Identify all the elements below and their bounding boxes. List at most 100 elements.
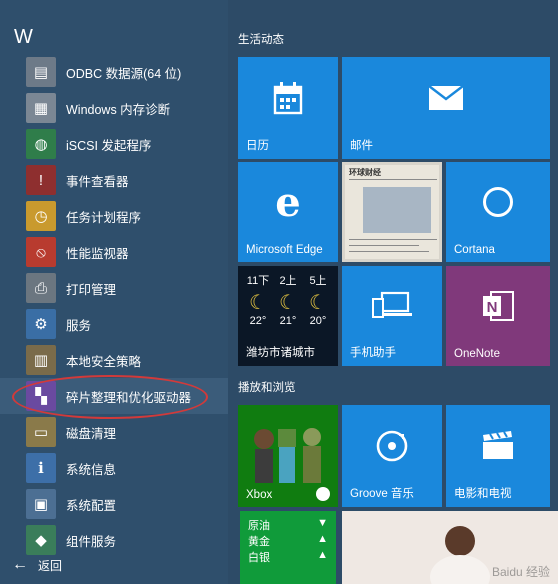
svg-text:N: N: [487, 299, 498, 316]
security-policy-icon: ▥: [26, 345, 56, 375]
tile-groove[interactable]: Groove 音乐: [342, 405, 442, 507]
memory-icon: ▦: [26, 93, 56, 123]
tile-label: 潍坊市诸城市: [246, 347, 315, 359]
app-label: 性能监视器: [66, 246, 129, 261]
tile-label: Groove 音乐: [350, 488, 414, 500]
back-label: 返回: [38, 558, 63, 573]
app-item[interactable]: ▭ 磁盘清理: [0, 414, 228, 450]
moon-icon: ☾: [249, 292, 267, 314]
app-label: 本地安全策略: [66, 354, 142, 369]
tile-label: 电影和电视: [454, 488, 512, 500]
system-info-icon: ℹ: [26, 453, 56, 483]
highlight-annotation: [12, 375, 208, 419]
forecast-day: 5上 ☾ 20°: [304, 272, 332, 327]
cortana-ring-icon: [446, 162, 550, 242]
watermark: Baidu 经验: [491, 565, 550, 579]
forecast-day: 2上 ☾ 21°: [274, 272, 302, 327]
forecast-temp: 22°: [249, 315, 267, 327]
app-item[interactable]: ▤ ODBC 数据源(64 位): [0, 54, 228, 90]
app-label: ODBC 数据源(64 位): [66, 66, 182, 81]
app-item[interactable]: ◷ 任务计划程序: [0, 198, 228, 234]
event-viewer-icon: !: [26, 165, 56, 195]
tile-label: Microsoft Edge: [246, 244, 323, 256]
app-item[interactable]: ◍ iSCSI 发起程序: [0, 126, 228, 162]
app-item[interactable]: ! 事件查看器: [0, 162, 228, 198]
trend-arrow-icon: ▲: [317, 533, 328, 545]
group-letter[interactable]: W: [14, 26, 33, 49]
tile-label: 日历: [246, 140, 269, 152]
tile-news[interactable]: 环球财经: [342, 162, 442, 262]
iscsi-globe-icon: ◍: [26, 129, 56, 159]
app-item[interactable]: ℹ 系统信息: [0, 450, 228, 486]
forecast-day-label: 5上: [309, 275, 327, 287]
tile-weather[interactable]: 11下 ☾ 22° 2上 ☾ 21° 5上 ☾ 20° 潍坊市诸城市: [238, 266, 338, 366]
tile-label: 邮件: [350, 140, 373, 152]
stock-name: 白银: [248, 552, 270, 564]
tile-edge[interactable]: e Microsoft Edge: [238, 162, 338, 262]
app-label: 组件服务: [66, 534, 117, 549]
tile-phone-companion[interactable]: 手机助手: [342, 266, 442, 366]
clapperboard-icon: [446, 405, 550, 487]
app-item[interactable]: ⦸ 性能监视器: [0, 234, 228, 270]
moon-icon: ☾: [309, 292, 327, 314]
app-item[interactable]: ▥ 本地安全策略: [0, 342, 228, 378]
trend-arrow-icon: ▲: [317, 549, 328, 561]
xbox-logo-icon: [316, 487, 330, 501]
forecast-day-label: 2上: [279, 275, 297, 287]
app-label: 系统配置: [66, 498, 117, 513]
moon-icon: ☾: [279, 292, 297, 314]
news-photo: [363, 187, 431, 233]
tile-label: Xbox: [246, 489, 273, 501]
app-label: 事件查看器: [66, 174, 129, 189]
tile-label: 手机助手: [350, 347, 396, 359]
section-header-play: 播放和浏览: [238, 382, 296, 394]
app-item[interactable]: ▦ Windows 内存诊断: [0, 90, 228, 126]
onenote-icon: N: [446, 266, 550, 346]
tile-onenote[interactable]: N OneNote: [446, 266, 550, 366]
tile-stocks[interactable]: 原油 ▼ 黄金 ▲ 白银 ▲: [240, 511, 336, 584]
tile-cortana[interactable]: Cortana: [446, 162, 550, 262]
section-header-life: 生活动态: [238, 34, 284, 46]
tile-xbox[interactable]: Xbox: [238, 405, 338, 507]
forecast-day-label: 11下: [246, 275, 270, 287]
calendar-icon: [238, 57, 338, 139]
stock-row: 白银 ▲: [248, 549, 328, 565]
app-list-panel: W ▤ ODBC 数据源(64 位) ▦ Windows 内存诊断 ◍ iSCSI 发起程…: [0, 0, 228, 584]
app-label: 打印管理: [66, 282, 117, 297]
tile-label: Cortana: [454, 244, 495, 256]
back-button[interactable]: ← 返回: [12, 556, 62, 574]
app-label: 任务计划程序: [66, 210, 142, 225]
stock-row: 黄金 ▲: [248, 533, 328, 549]
printer-icon: ⎙: [26, 273, 56, 303]
app-label: iSCSI 发起程序: [66, 138, 152, 153]
xbox-avatars-image: [246, 423, 330, 489]
envelope-icon: [342, 57, 550, 139]
stock-row: 原油 ▼: [248, 517, 328, 533]
app-item[interactable]: ⎙ 打印管理: [0, 270, 228, 306]
performance-icon: ⦸: [26, 237, 56, 267]
app-label: 磁盘清理: [66, 426, 117, 441]
app-item[interactable]: ▣ 系统配置: [0, 486, 228, 522]
stock-name: 原油: [248, 520, 270, 532]
back-arrow-icon: ←: [12, 556, 28, 573]
tile-photo[interactable]: Baidu 经验: [342, 511, 558, 584]
forecast-temp: 20°: [309, 315, 327, 327]
forecast-temp: 21°: [279, 315, 297, 327]
forecast-day: 11下 ☾ 22°: [244, 272, 272, 327]
trend-arrow-icon: ▼: [317, 517, 328, 529]
odbc-icon: ▤: [26, 57, 56, 87]
tile-mail[interactable]: 邮件: [342, 57, 550, 159]
tile-movies-tv[interactable]: 电影和电视: [446, 405, 550, 507]
tile-label: OneNote: [454, 348, 501, 360]
app-item[interactable]: ⚙ 服务: [0, 306, 228, 342]
system-config-icon: ▣: [26, 489, 56, 519]
news-header: 环球财经: [349, 168, 381, 177]
app-label: 服务: [66, 318, 92, 333]
stock-name: 黄金: [248, 536, 270, 548]
tile-calendar[interactable]: 日历: [238, 57, 338, 159]
clock-icon: ◷: [26, 201, 56, 231]
app-item[interactable]: ◆ 组件服务: [0, 522, 228, 558]
phone-laptop-icon: [342, 266, 442, 346]
app-label: Windows 内存诊断: [66, 102, 171, 117]
disk-cleanup-icon: ▭: [26, 417, 56, 447]
